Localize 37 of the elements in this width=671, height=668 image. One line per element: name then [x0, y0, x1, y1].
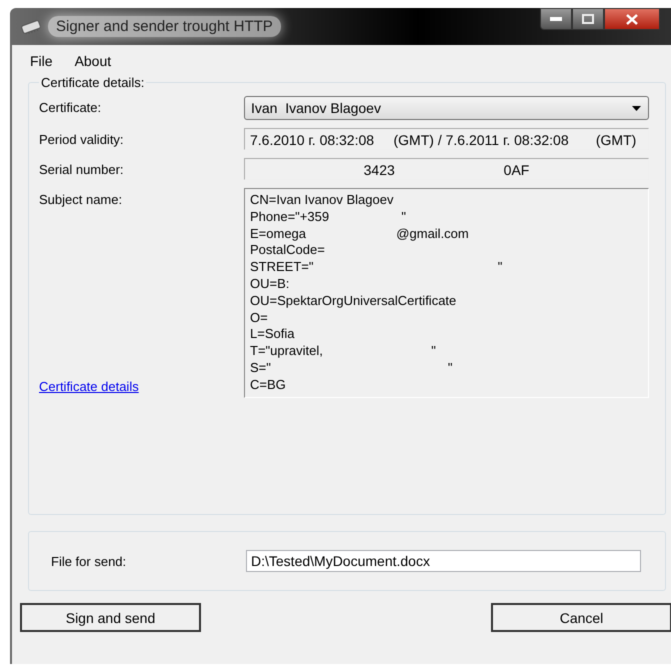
subject-line: Phone="+359 "	[250, 208, 407, 226]
file-path-field[interactable]: D:\Tested\MyDocument.docx	[246, 550, 641, 572]
close-icon	[626, 14, 638, 24]
dropdown-arrow-icon	[632, 106, 641, 110]
field-label: Serial number:	[39, 161, 125, 179]
close-button[interactable]	[604, 8, 660, 30]
maximize-button[interactable]	[572, 8, 604, 30]
field-label: Subject name:	[39, 192, 122, 207]
subject-line: STREET=" "	[250, 259, 504, 276]
window-title: Signer and sender trought HTTP	[48, 16, 281, 37]
group-title: Certificate details:	[40, 75, 146, 90]
period-field[interactable]: 7.6.2010 г. 08:32:08 (GMT) / 7.6.2011 г. 08:32:08 (GMT)	[244, 128, 649, 150]
serial-field[interactable]: 3423 0AF	[244, 158, 649, 180]
subject-line: L=Sofia	[250, 326, 296, 344]
maximize-icon	[582, 14, 594, 24]
menu-item[interactable]: About	[74, 53, 112, 69]
field-label: Certificate:	[39, 99, 102, 117]
subject-line: O=	[250, 310, 269, 326]
certificate-details-link[interactable]: Certificate details	[39, 378, 139, 394]
subject-line: C=BG	[250, 376, 287, 394]
field-label: File for send:	[51, 554, 128, 568]
chip-icon	[20, 20, 42, 34]
subject-line: OU=B:	[250, 276, 290, 293]
subject-line: CN=Ivan Ivanov Blagoev	[250, 192, 394, 209]
certificate-dropdown[interactable]: Ivan Ivanov Blagoev	[244, 96, 649, 120]
subject-line: T="upravitel, "	[250, 343, 437, 360]
field-label: Period validity:	[39, 131, 125, 149]
subject-line: OU=SpektarOrgUniversalCertificate	[250, 292, 458, 310]
cancel-button[interactable]: Cancel	[491, 603, 671, 632]
minimize-button[interactable]	[540, 8, 572, 30]
sign-and-send-button[interactable]: Sign and send	[20, 603, 201, 632]
subject-line: E=omega @gmail.com	[250, 226, 470, 242]
minimize-icon	[550, 17, 562, 21]
subject-line: S=" "	[250, 360, 454, 377]
subject-textarea[interactable]: CN=Ivan Ivanov Blagoev Phone="+359 " E=omega @gmail.com PostalCode= STREET=" " OU=B: OU=SpektarOrgUniversalCertificate O= L=Sofia T="upravitel, " S=" " C=BG	[244, 188, 649, 398]
menu-item[interactable]: File	[30, 53, 53, 69]
subject-line: PostalCode=	[250, 242, 326, 260]
